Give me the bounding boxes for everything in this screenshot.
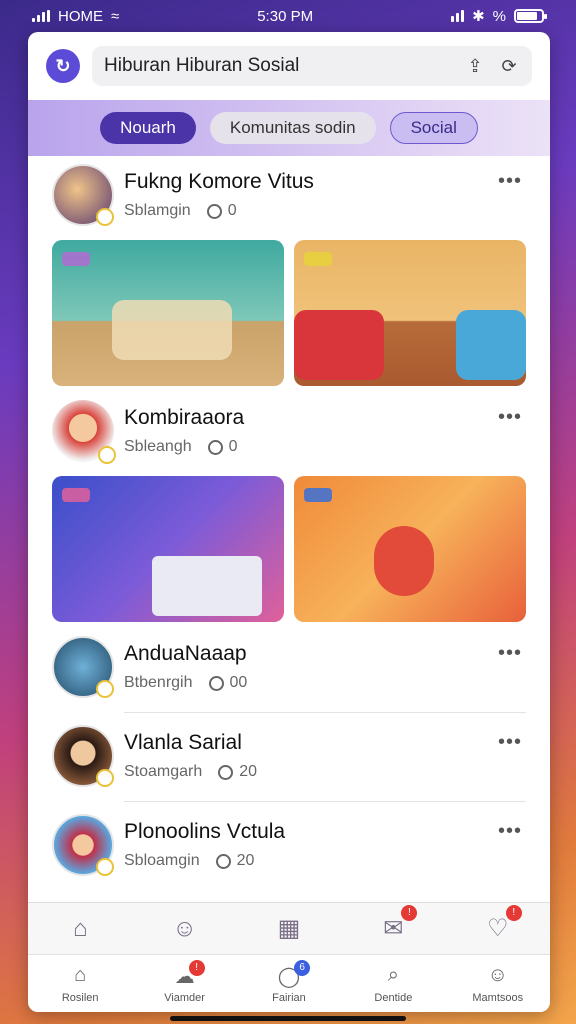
notification-badge: ! bbox=[188, 959, 205, 976]
post-subtitle: Btbenrgih bbox=[124, 674, 193, 691]
post-image[interactable] bbox=[52, 240, 284, 386]
avatar[interactable] bbox=[52, 636, 114, 698]
tab-nouarh[interactable]: Nouarh bbox=[100, 112, 196, 144]
home-icon[interactable]: ⌂ bbox=[62, 911, 98, 947]
tab-bar: Nouarh Komunitas sodin Social bbox=[28, 100, 550, 156]
status-dot-icon bbox=[96, 858, 114, 876]
nav-item-rosilen[interactable]: ⌂ Rosilen bbox=[35, 964, 125, 1004]
nav-label: Dentide bbox=[374, 991, 413, 1004]
nav-item-mamtsoos[interactable]: ☺ Mamtsoos bbox=[453, 964, 543, 1004]
heart-icon[interactable]: ♡! bbox=[480, 904, 522, 947]
notification-badge: 6 bbox=[294, 959, 311, 976]
image-row bbox=[28, 476, 550, 622]
post-subtitle: Stoamgarh bbox=[124, 763, 203, 780]
comment-icon[interactable] bbox=[215, 853, 231, 869]
home-icon: ⌂ bbox=[74, 963, 87, 986]
home-indicator[interactable] bbox=[170, 1016, 406, 1021]
carrier-label: HOME bbox=[58, 7, 103, 25]
status-dot-icon bbox=[96, 769, 114, 787]
avatar[interactable] bbox=[52, 400, 116, 464]
more-options-icon[interactable]: ••• bbox=[498, 170, 522, 193]
post-author[interactable]: Kombiraaora bbox=[124, 406, 244, 430]
post-author[interactable]: Vlanla Sarial bbox=[124, 731, 257, 755]
post-image[interactable] bbox=[52, 476, 284, 622]
post-subtitle: Sbleangh bbox=[124, 438, 192, 455]
messages-icon: ◯ 6 bbox=[278, 959, 311, 988]
post: Kombiraaora Sbleangh 0 ••• bbox=[28, 400, 550, 464]
status-bar: HOME ≈ 5:30 PM ✱ % bbox=[0, 0, 576, 32]
nav-item-dentide[interactable]: ⌕ Dentide bbox=[348, 964, 438, 1004]
refresh-icon[interactable]: ⟳ bbox=[496, 53, 522, 79]
page-title: Hiburan Hiburan Sosial bbox=[104, 55, 300, 76]
signal-icon bbox=[32, 10, 50, 22]
share-icon[interactable]: ⇪ bbox=[462, 53, 488, 79]
reload-icon[interactable]: ↻ bbox=[46, 49, 80, 83]
feed: Fukng Komore Vitus Sblamgin 0 ••• Kombira… bbox=[28, 156, 550, 902]
action-toolbar: ⌂ ☺ ▦ ✉! ♡! bbox=[28, 902, 550, 954]
chat-icon: ☁! bbox=[175, 959, 205, 988]
comment-icon[interactable] bbox=[207, 439, 223, 455]
nav-item-fairian[interactable]: ◯ 6 Fairian bbox=[244, 959, 334, 1004]
comment-count: 0 bbox=[228, 438, 238, 455]
wifi-icon: ≈ bbox=[111, 7, 120, 25]
notification-badge: ! bbox=[401, 904, 418, 921]
more-options-icon[interactable]: ••• bbox=[498, 820, 522, 843]
address-bar[interactable]: Hiburan Hiburan Sosial ⇪ ⟳ bbox=[92, 46, 532, 86]
comment-count: 00 bbox=[229, 674, 248, 691]
divider bbox=[124, 801, 526, 802]
nav-label: Fairian bbox=[272, 991, 306, 1004]
more-options-icon[interactable]: ••• bbox=[498, 406, 522, 429]
post: Plonoolins Vctula Sbloamgin 20 ••• bbox=[28, 814, 550, 876]
clock: 5:30 PM bbox=[257, 7, 314, 25]
image-row bbox=[28, 240, 550, 386]
notification-badge: ! bbox=[505, 904, 522, 921]
tab-komunitas[interactable]: Komunitas sodin bbox=[209, 112, 376, 144]
mail-icon[interactable]: ✉! bbox=[375, 904, 418, 947]
people-icon[interactable]: ☺ bbox=[167, 911, 203, 947]
post: Vlanla Sarial Stoamgarh 20 ••• bbox=[28, 725, 550, 787]
status-dot-icon bbox=[96, 680, 114, 698]
bottom-nav: ⌂ Rosilen ☁! Viamder ◯ 6 Fairian ⌕ Dentid… bbox=[28, 954, 550, 1012]
nav-label: Rosilen bbox=[61, 991, 99, 1004]
battery-icon bbox=[514, 9, 547, 23]
nav-item-viamder[interactable]: ☁! Viamder bbox=[140, 959, 230, 1004]
avatar[interactable] bbox=[52, 814, 114, 876]
comment-count: 0 bbox=[227, 202, 237, 219]
comment-icon[interactable] bbox=[206, 203, 222, 219]
avatar[interactable] bbox=[52, 164, 114, 226]
percent-icon: % bbox=[492, 7, 506, 25]
comment-count: 20 bbox=[239, 763, 258, 780]
signal-icon-right bbox=[451, 10, 465, 22]
more-options-icon[interactable]: ••• bbox=[498, 642, 522, 665]
post-image[interactable] bbox=[294, 476, 526, 622]
comment-icon[interactable] bbox=[208, 675, 224, 691]
bluetooth-icon: ✱ bbox=[472, 8, 485, 25]
post: AnduaNaaap Btbenrgih 00 ••• bbox=[28, 636, 550, 698]
store-icon[interactable]: ▦ bbox=[271, 911, 307, 947]
post-subtitle: Sblamgin bbox=[124, 202, 191, 219]
tab-social[interactable]: Social bbox=[389, 112, 478, 144]
search-icon: ⌕ bbox=[387, 963, 399, 986]
status-dot-icon bbox=[98, 446, 116, 464]
comment-icon[interactable] bbox=[218, 764, 234, 780]
avatar[interactable] bbox=[52, 725, 114, 787]
post-author[interactable]: Fukng Komore Vitus bbox=[124, 170, 314, 194]
post-image[interactable] bbox=[294, 240, 526, 386]
post-author[interactable]: AnduaNaaap bbox=[124, 642, 247, 666]
nav-label: Mamtsoos bbox=[472, 991, 524, 1004]
status-dot-icon bbox=[96, 208, 114, 226]
post-author[interactable]: Plonoolins Vctula bbox=[124, 820, 285, 844]
profile-icon: ☺ bbox=[487, 963, 508, 986]
comment-count: 20 bbox=[236, 852, 255, 869]
divider bbox=[124, 712, 526, 713]
nav-label: Viamder bbox=[164, 991, 205, 1004]
post: Fukng Komore Vitus Sblamgin 0 ••• bbox=[28, 164, 550, 226]
more-options-icon[interactable]: ••• bbox=[498, 731, 522, 754]
app-window: ↻ Hiburan Hiburan Sosial ⇪ ⟳ Nouarh Komu… bbox=[28, 32, 550, 1012]
post-subtitle: Sbloamgin bbox=[124, 852, 200, 869]
top-bar: ↻ Hiburan Hiburan Sosial ⇪ ⟳ bbox=[28, 32, 550, 100]
